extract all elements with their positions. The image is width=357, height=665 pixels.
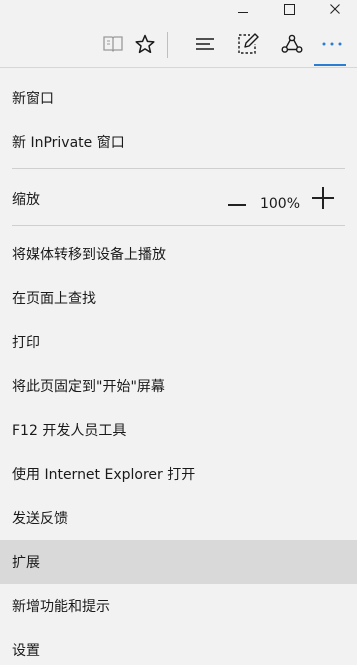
hub-icon bbox=[196, 38, 214, 50]
maximize-button[interactable] bbox=[266, 0, 312, 20]
title-bar bbox=[0, 0, 357, 20]
share-icon bbox=[281, 34, 303, 53]
menu-item-open-with-ie[interactable]: 使用 Internet Explorer 打开 bbox=[0, 452, 357, 496]
minus-icon bbox=[228, 204, 246, 206]
more-actions-button[interactable] bbox=[316, 28, 348, 60]
more-actions-active-indicator bbox=[314, 64, 346, 66]
favorites-button[interactable] bbox=[129, 28, 161, 60]
zoom-in-button[interactable] bbox=[311, 186, 335, 210]
reading-view-button[interactable] bbox=[97, 28, 129, 60]
more-actions-menu: 新窗口 新 InPrivate 窗口 缩放 将媒体转移到设备上播放 在页面上查找… bbox=[0, 67, 357, 665]
menu-item-send-feedback[interactable]: 发送反馈 bbox=[0, 496, 357, 540]
more-actions-icon bbox=[322, 42, 342, 46]
menu-item-new-inprivate-window[interactable]: 新 InPrivate 窗口 bbox=[0, 120, 357, 164]
menu-item-print[interactable]: 打印 bbox=[0, 320, 357, 364]
menu-divider bbox=[12, 168, 345, 169]
web-note-button[interactable] bbox=[232, 28, 264, 60]
minimize-icon bbox=[238, 11, 248, 13]
web-note-icon bbox=[238, 33, 259, 54]
menu-divider bbox=[12, 225, 345, 226]
hub-button[interactable] bbox=[189, 28, 221, 60]
edge-browser-window: 新窗口 新 InPrivate 窗口 缩放 将媒体转移到设备上播放 在页面上查找… bbox=[0, 0, 357, 665]
reading-view-icon bbox=[103, 36, 123, 52]
toolbar-divider bbox=[167, 32, 168, 58]
menu-item-f12-dev-tools[interactable]: F12 开发人员工具 bbox=[0, 408, 357, 452]
close-icon bbox=[330, 4, 340, 14]
browser-toolbar bbox=[0, 20, 357, 67]
plus-icon-vertical bbox=[322, 187, 324, 209]
menu-item-pin-to-start[interactable]: 将此页固定到"开始"屏幕 bbox=[0, 364, 357, 408]
menu-item-settings[interactable]: 设置 bbox=[0, 628, 357, 665]
zoom-level-value: 100% bbox=[259, 196, 301, 212]
favorite-star-icon bbox=[135, 34, 155, 54]
menu-item-new-window[interactable]: 新窗口 bbox=[0, 76, 357, 120]
close-button[interactable] bbox=[312, 0, 357, 20]
menu-item-extensions[interactable]: 扩展 bbox=[0, 540, 357, 584]
minimize-button[interactable] bbox=[220, 0, 266, 20]
share-button[interactable] bbox=[276, 28, 308, 60]
menu-item-whats-new-tips[interactable]: 新增功能和提示 bbox=[0, 584, 357, 628]
menu-item-find-on-page[interactable]: 在页面上查找 bbox=[0, 276, 357, 320]
menu-item-zoom-label: 缩放 bbox=[12, 192, 40, 208]
menu-item-cast-media[interactable]: 将媒体转移到设备上播放 bbox=[0, 232, 357, 276]
zoom-out-button[interactable] bbox=[226, 194, 248, 216]
maximize-icon bbox=[283, 3, 295, 15]
